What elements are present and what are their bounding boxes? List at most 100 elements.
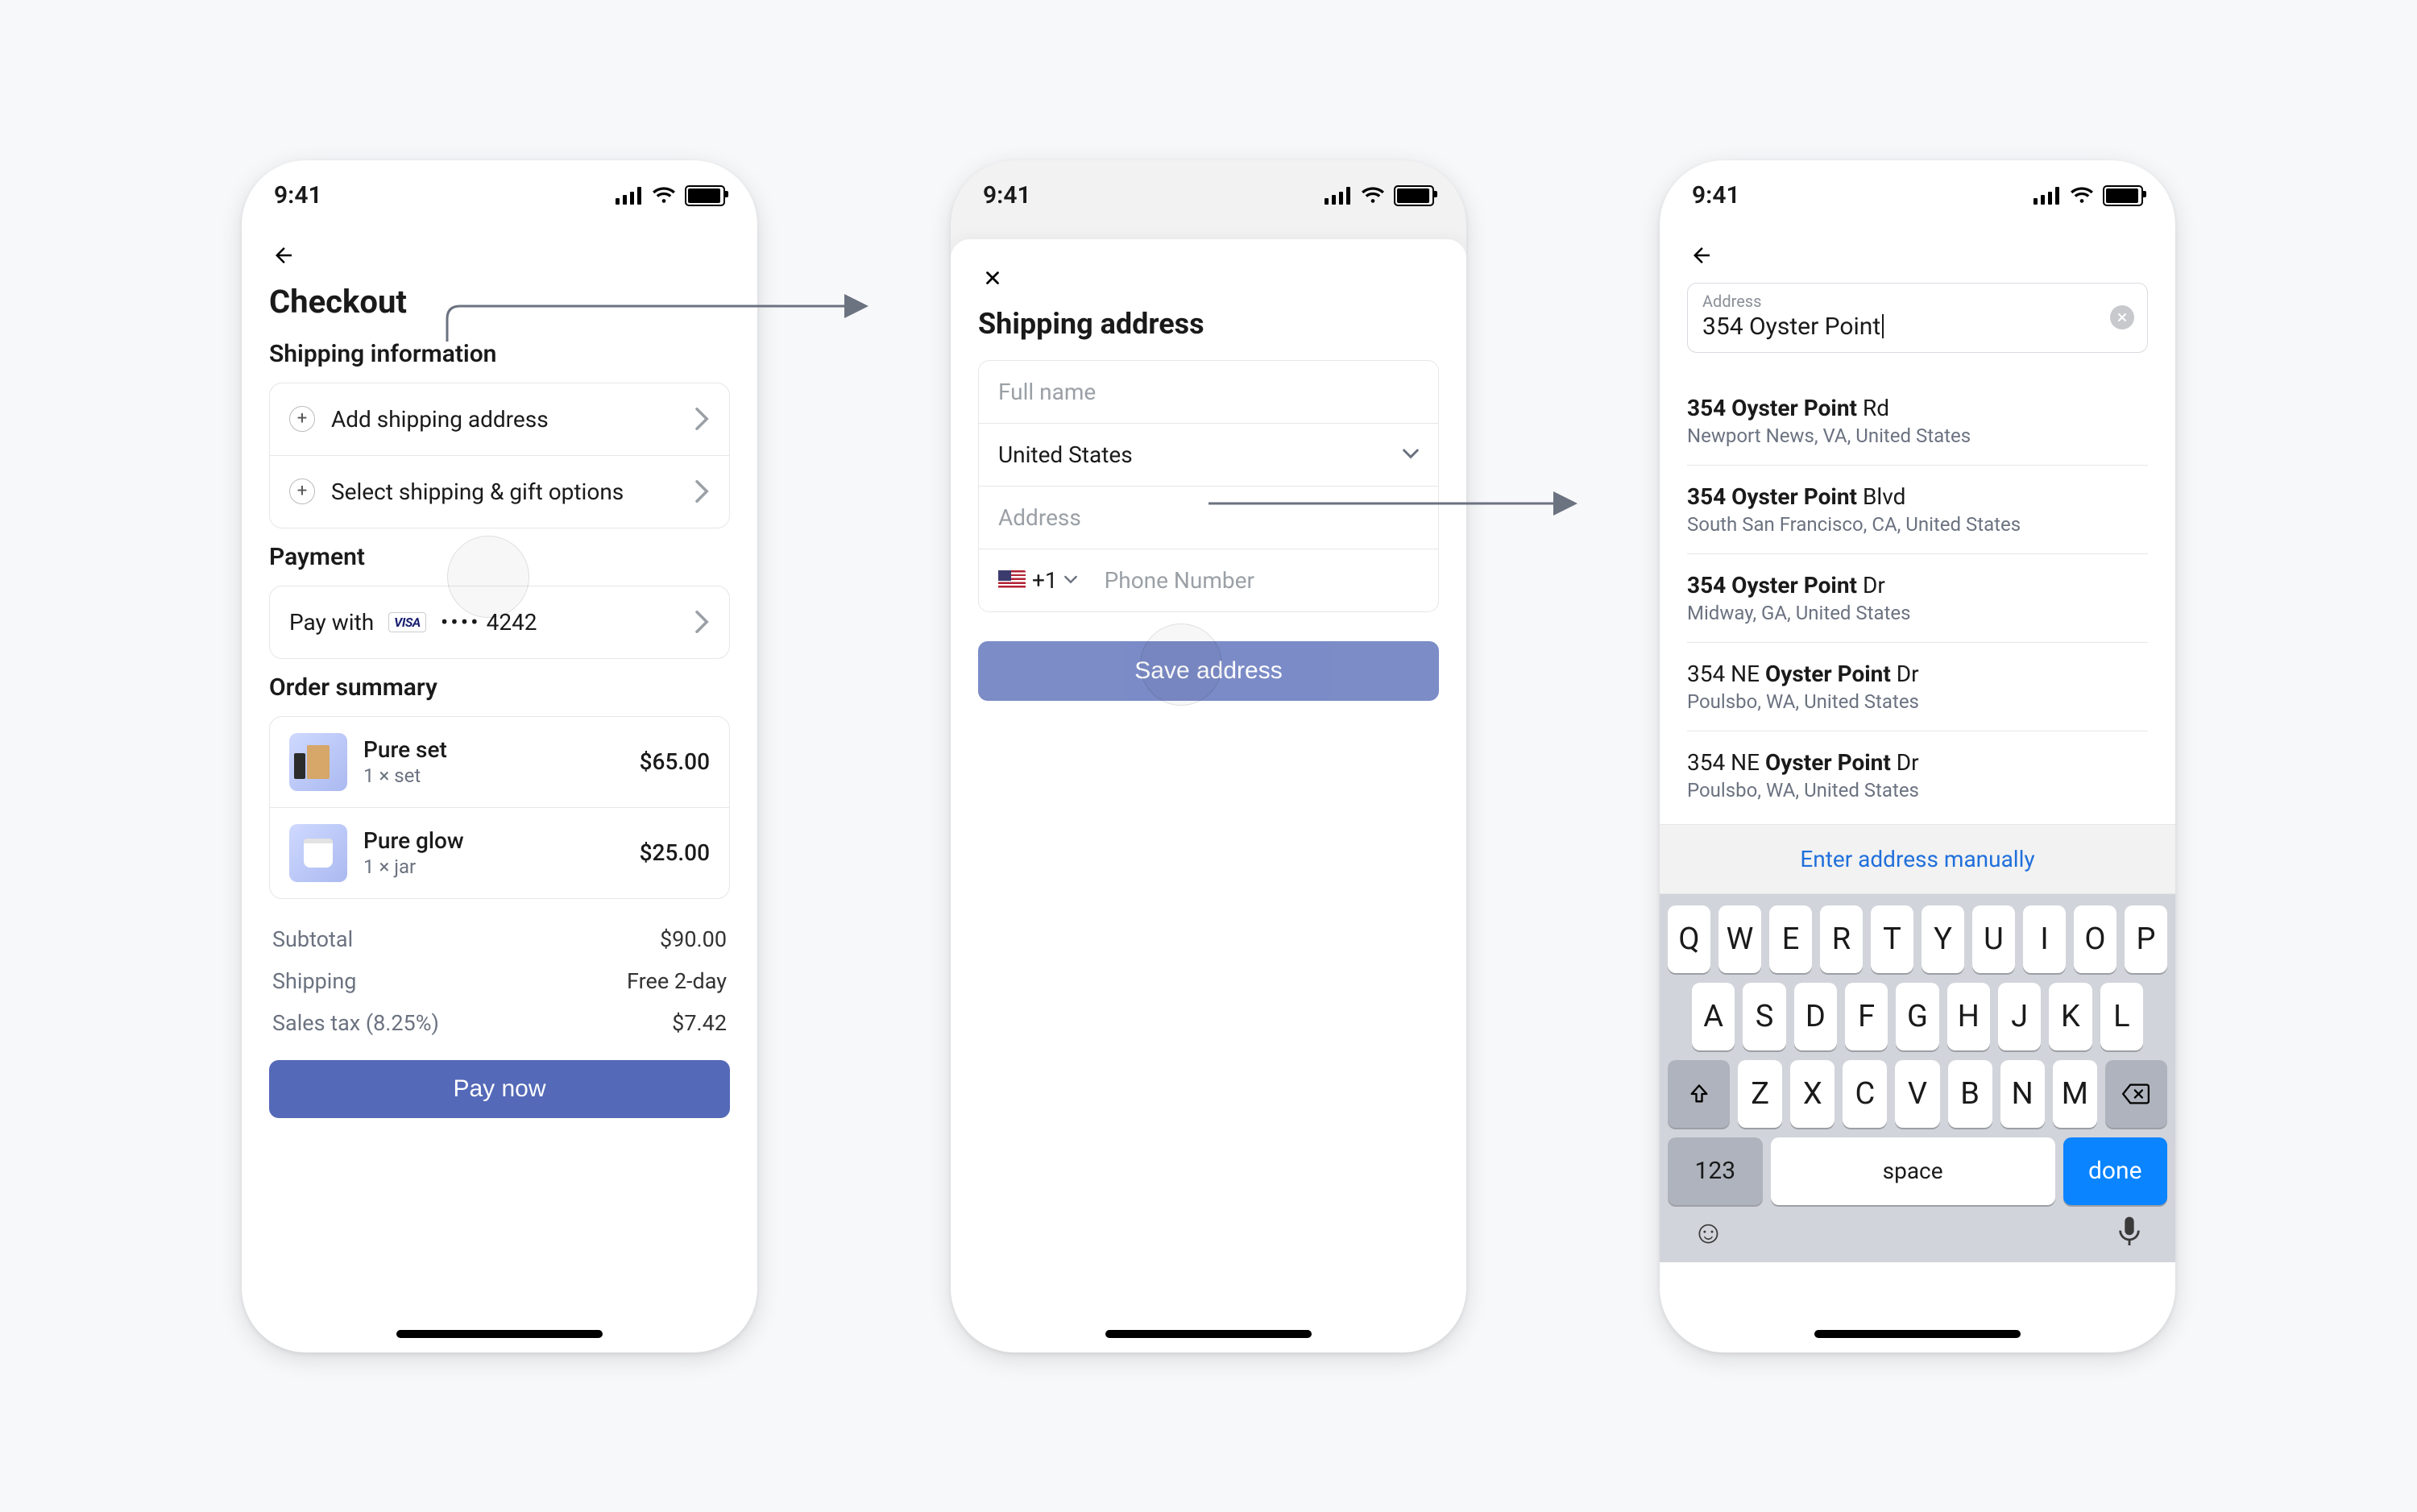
key-y[interactable]: Y bbox=[1922, 905, 1964, 973]
key-e[interactable]: E bbox=[1769, 905, 1812, 973]
result-sub: Midway, GA, United States bbox=[1687, 602, 2148, 624]
back-arrow-icon[interactable] bbox=[269, 241, 298, 270]
item-price: $25.00 bbox=[640, 839, 710, 866]
key-h[interactable]: H bbox=[1947, 983, 1990, 1050]
status-icons bbox=[616, 185, 725, 206]
select-shipping-row[interactable]: + Select shipping & gift options bbox=[270, 455, 729, 528]
country-code[interactable]: +1 bbox=[998, 567, 1077, 594]
key-b[interactable]: B bbox=[1948, 1060, 1992, 1128]
status-time: 9:41 bbox=[274, 181, 322, 209]
sheet-title: Shipping address bbox=[978, 307, 1439, 341]
signal-icon bbox=[2034, 187, 2061, 205]
address-result[interactable]: 354 Oyster Point DrMidway, GA, United St… bbox=[1687, 554, 2148, 643]
address-result[interactable]: 354 Oyster Point RdNewport News, VA, Uni… bbox=[1687, 377, 2148, 466]
search-query: 354 Oyster Point bbox=[1702, 313, 1880, 341]
pay-now-button[interactable]: Pay now bbox=[269, 1060, 730, 1118]
wifi-icon bbox=[653, 187, 675, 205]
wifi-icon bbox=[2071, 187, 2093, 205]
address-result[interactable]: 354 Oyster Point BlvdSouth San Francisco… bbox=[1687, 466, 2148, 554]
key-p[interactable]: P bbox=[2125, 905, 2167, 973]
keyboard: QWERTYUIOP ASDFGHJKL ZXCVBNM 123 space d… bbox=[1660, 894, 2175, 1262]
status-bar: 9:41 bbox=[1660, 160, 2175, 231]
status-icons bbox=[2034, 185, 2143, 206]
add-shipping-row[interactable]: + Add shipping address bbox=[270, 383, 729, 455]
clear-icon[interactable] bbox=[2110, 305, 2134, 329]
key-n[interactable]: N bbox=[2000, 1060, 2045, 1128]
key-x[interactable]: X bbox=[1790, 1060, 1835, 1128]
chevron-right-icon bbox=[695, 611, 710, 633]
product-thumb bbox=[289, 824, 347, 882]
result-sub: Poulsbo, WA, United States bbox=[1687, 779, 2148, 802]
fullname-input[interactable]: Full name bbox=[979, 361, 1438, 424]
phone-input[interactable]: +1 Phone Number bbox=[979, 549, 1438, 611]
shipping-section-header: Shipping information bbox=[269, 340, 730, 368]
key-o[interactable]: O bbox=[2074, 905, 2116, 973]
address-input[interactable]: Address bbox=[979, 487, 1438, 549]
status-bar: 9:41 bbox=[951, 160, 1466, 231]
key-z[interactable]: Z bbox=[1738, 1060, 1782, 1128]
order-card: Pure set1 × set$65.00Pure glow1 × jar$25… bbox=[269, 716, 730, 899]
tax-value: $7.42 bbox=[672, 1010, 727, 1036]
key-a[interactable]: A bbox=[1692, 983, 1735, 1050]
key-j[interactable]: J bbox=[1998, 983, 2041, 1050]
key-u[interactable]: U bbox=[1972, 905, 2015, 973]
key-f[interactable]: F bbox=[1845, 983, 1888, 1050]
battery-icon bbox=[685, 185, 725, 206]
manual-entry-row: Enter address manually bbox=[1660, 824, 2175, 894]
close-icon[interactable] bbox=[978, 263, 1007, 292]
plus-icon: + bbox=[289, 406, 315, 432]
tax-label: Sales tax (8.25%) bbox=[272, 1010, 439, 1036]
emoji-icon[interactable]: ☺ bbox=[1692, 1213, 1725, 1251]
shipping-label: Shipping bbox=[272, 968, 356, 994]
key-delete[interactable] bbox=[2105, 1060, 2167, 1128]
key-w[interactable]: W bbox=[1718, 905, 1761, 973]
key-r[interactable]: R bbox=[1820, 905, 1863, 973]
key-k[interactable]: K bbox=[2049, 983, 2092, 1050]
key-q[interactable]: Q bbox=[1668, 905, 1710, 973]
key-123[interactable]: 123 bbox=[1668, 1137, 1763, 1205]
chevron-right-icon bbox=[695, 408, 710, 430]
item-price: $65.00 bbox=[640, 748, 710, 775]
order-section-header: Order summary bbox=[269, 673, 730, 702]
key-v[interactable]: V bbox=[1895, 1060, 1939, 1128]
address-result[interactable]: 354 NE Oyster Point DrPoulsbo, WA, Unite… bbox=[1687, 731, 2148, 819]
address-search-field[interactable]: Address 354 Oyster Point bbox=[1687, 283, 2148, 353]
status-time: 9:41 bbox=[1692, 181, 1740, 209]
item-name: Pure set bbox=[363, 736, 624, 763]
home-indicator bbox=[1105, 1330, 1312, 1338]
key-t[interactable]: T bbox=[1871, 905, 1913, 973]
key-shift[interactable] bbox=[1668, 1060, 1730, 1128]
key-space[interactable]: space bbox=[1771, 1137, 2055, 1205]
result-sub: South San Francisco, CA, United States bbox=[1687, 513, 2148, 536]
back-arrow-icon[interactable] bbox=[1687, 241, 1716, 270]
subtotal-value: $90.00 bbox=[660, 926, 727, 952]
select-shipping-label: Select shipping & gift options bbox=[331, 478, 679, 505]
key-d[interactable]: D bbox=[1794, 983, 1837, 1050]
phone-address-search: 9:41 Address 354 Oyster Point 354 Oyster… bbox=[1660, 160, 2175, 1353]
battery-icon bbox=[1394, 185, 1434, 206]
shipping-card: + Add shipping address + Select shipping… bbox=[269, 383, 730, 528]
mic-icon[interactable] bbox=[2116, 1216, 2143, 1248]
key-c[interactable]: C bbox=[1843, 1060, 1887, 1128]
status-icons bbox=[1325, 185, 1434, 206]
key-g[interactable]: G bbox=[1896, 983, 1938, 1050]
enter-manually-link[interactable]: Enter address manually bbox=[1800, 846, 2034, 872]
key-l[interactable]: L bbox=[2100, 983, 2143, 1050]
address-result[interactable]: 354 NE Oyster Point DrPoulsbo, WA, Unite… bbox=[1687, 643, 2148, 731]
status-time: 9:41 bbox=[983, 181, 1031, 209]
pay-with-label: Pay with bbox=[289, 609, 374, 636]
flag-us-icon bbox=[998, 570, 1026, 590]
payment-row[interactable]: Pay with VISA •••• 4242 bbox=[270, 586, 729, 658]
key-i[interactable]: I bbox=[2023, 905, 2066, 973]
signal-icon bbox=[616, 187, 643, 205]
payment-section-header: Payment bbox=[269, 543, 730, 571]
country-select[interactable]: United States bbox=[979, 424, 1438, 487]
plus-icon: + bbox=[289, 478, 315, 504]
key-m[interactable]: M bbox=[2053, 1060, 2097, 1128]
save-address-button[interactable]: Save address bbox=[978, 641, 1439, 701]
subtotal-label: Subtotal bbox=[272, 926, 353, 952]
key-done[interactable]: done bbox=[2063, 1137, 2167, 1205]
key-s[interactable]: S bbox=[1743, 983, 1785, 1050]
wifi-icon bbox=[1362, 187, 1384, 205]
item-qty: 1 × set bbox=[363, 764, 624, 787]
